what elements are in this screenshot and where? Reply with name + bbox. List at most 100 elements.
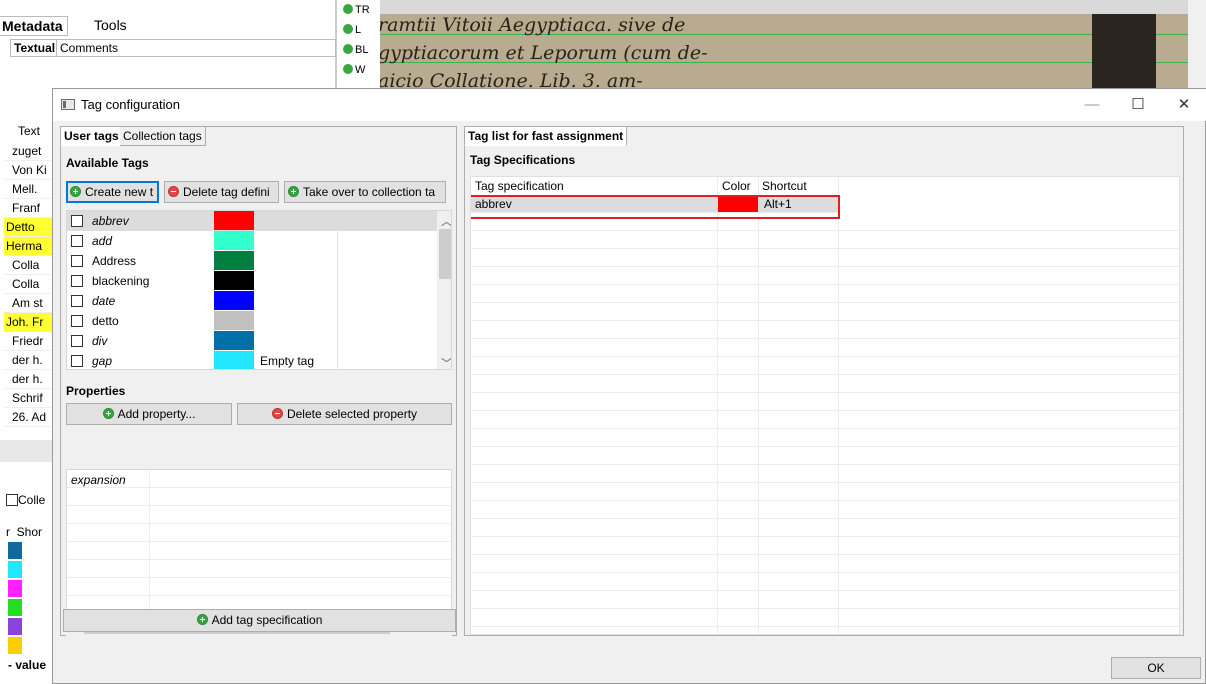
add-tag-specification-button[interactable]: Add tag specification <box>63 609 456 632</box>
text-line-row[interactable]: Colla <box>4 256 52 275</box>
tab-user-tags[interactable]: User tags <box>60 126 123 146</box>
tab-tools[interactable]: Tools <box>90 16 131 34</box>
corner-w[interactable]: W <box>337 60 380 80</box>
checkbox-box[interactable] <box>6 494 18 506</box>
property-row[interactable] <box>67 578 451 596</box>
collection-checkbox[interactable]: Colle <box>6 493 45 507</box>
spec-row[interactable] <box>471 483 1179 501</box>
tag-checkbox[interactable] <box>71 335 83 347</box>
tag-row[interactable]: div <box>67 331 437 351</box>
text-line-row[interactable]: Joh. Fr <box>4 313 52 332</box>
property-row[interactable] <box>67 524 451 542</box>
tag-checkbox[interactable] <box>71 315 83 327</box>
tag-color-swatch[interactable] <box>214 211 254 230</box>
properties-table[interactable]: expansion <box>66 469 452 619</box>
tag-checkbox[interactable] <box>71 235 83 247</box>
text-line-row[interactable]: Franf <box>4 199 52 218</box>
spec-row[interactable] <box>471 321 1179 339</box>
tag-checkbox[interactable] <box>71 355 83 367</box>
tag-specifications-table[interactable]: Tag specification Color Shortcut abbrev A… <box>470 176 1180 635</box>
spec-header-shortcut[interactable]: Shortcut <box>762 179 807 193</box>
spec-row[interactable] <box>471 429 1179 447</box>
tab-fast-assignment[interactable]: Tag list for fast assignment <box>464 126 628 146</box>
corner-l[interactable]: L <box>337 20 380 40</box>
property-row[interactable] <box>67 488 451 506</box>
spec-row[interactable] <box>471 591 1179 609</box>
tag-row[interactable]: abbrev <box>67 211 437 231</box>
corner-bl[interactable]: BL <box>337 40 380 60</box>
property-row[interactable]: expansion <box>67 470 451 488</box>
scrollbar-thumb[interactable] <box>439 229 451 279</box>
property-row[interactable] <box>67 560 451 578</box>
spec-row[interactable] <box>471 501 1179 519</box>
tag-row[interactable]: add <box>67 231 437 251</box>
take-over-button[interactable]: Take over to collection ta <box>284 181 446 203</box>
tag-row[interactable]: Address <box>67 251 437 271</box>
tag-color-swatch[interactable] <box>214 291 254 310</box>
scroll-down-icon[interactable]: ﹀ <box>441 355 451 369</box>
subtab-comments[interactable]: Comments <box>56 39 336 57</box>
tag-row[interactable]: gap Empty tag <box>67 351 437 369</box>
spec-row[interactable] <box>471 447 1179 465</box>
text-line-row[interactable]: Am st <box>4 294 52 313</box>
text-line-row[interactable]: zuget <box>4 142 52 161</box>
text-line-row[interactable]: 26. Ad <box>4 408 52 427</box>
add-property-button[interactable]: Add property... <box>66 403 232 425</box>
spec-row[interactable] <box>471 339 1179 357</box>
spec-row[interactable] <box>471 393 1179 411</box>
spec-row[interactable] <box>471 249 1179 267</box>
scroll-up-icon[interactable]: ︿ <box>441 213 451 229</box>
spec-row[interactable] <box>471 375 1179 393</box>
ok-button[interactable]: OK <box>1111 657 1201 679</box>
available-tags-list[interactable]: abbrev add Address blackening date detto div ga… <box>66 210 452 370</box>
spec-row[interactable] <box>471 555 1179 573</box>
spec-header-color[interactable]: Color <box>722 179 751 193</box>
tag-checkbox[interactable] <box>71 275 83 287</box>
spec-row[interactable] <box>471 537 1179 555</box>
tab-collection-tags[interactable]: Collection tags <box>120 126 206 146</box>
spec-row[interactable] <box>471 465 1179 483</box>
document-image[interactable]: ramtii Vitoii Aegyptiaca. sive de gyptia… <box>380 0 1188 96</box>
tag-row[interactable]: blackening <box>67 271 437 291</box>
tag-color-swatch[interactable] <box>214 271 254 290</box>
minimize-icon[interactable]: — <box>1069 89 1115 121</box>
text-line-row[interactable]: der h. <box>4 370 52 389</box>
maximize-icon[interactable]: ☐ <box>1115 89 1161 121</box>
text-line-row[interactable]: Herma <box>4 237 52 256</box>
text-line-row[interactable]: der h. <box>4 351 52 370</box>
subtab-textual[interactable]: Textual <box>10 39 60 57</box>
text-line-row[interactable]: Mell. <box>4 180 52 199</box>
tab-metadata[interactable]: Metadata <box>0 16 68 36</box>
tag-checkbox[interactable] <box>71 255 83 267</box>
tag-color-swatch[interactable] <box>214 331 254 350</box>
spec-row[interactable] <box>471 519 1179 537</box>
create-tag-button[interactable]: Create new t <box>66 181 159 203</box>
tag-checkbox[interactable] <box>71 215 83 227</box>
tag-checkbox[interactable] <box>71 295 83 307</box>
text-line-row[interactable]: Colla <box>4 275 52 294</box>
delete-property-button[interactable]: Delete selected property <box>237 403 452 425</box>
tag-color-swatch[interactable] <box>214 251 254 270</box>
spec-row[interactable] <box>471 573 1179 591</box>
spec-row[interactable] <box>471 609 1179 627</box>
tag-color-swatch[interactable] <box>214 351 254 369</box>
text-line-row[interactable]: Detto <box>4 218 52 237</box>
delete-tag-definition-button[interactable]: Delete tag defini <box>164 181 279 203</box>
spec-header-specification[interactable]: Tag specification <box>475 179 564 193</box>
text-line-row[interactable]: Von Ki <box>4 161 52 180</box>
tag-row[interactable]: detto <box>67 311 437 331</box>
tag-color-swatch[interactable] <box>214 311 254 330</box>
tag-row[interactable]: date <box>67 291 437 311</box>
dialog-titlebar[interactable]: Tag configuration — ☐ ✕ <box>53 89 1206 121</box>
spec-row[interactable] <box>471 231 1179 249</box>
tag-color-swatch[interactable] <box>214 231 254 250</box>
tag-list-scrollbar[interactable]: ︿ ﹀ <box>437 211 451 369</box>
spec-row[interactable] <box>471 357 1179 375</box>
text-line-row[interactable]: Schrif <box>4 389 52 408</box>
spec-row[interactable] <box>471 411 1179 429</box>
corner-tr[interactable]: TR <box>337 0 380 20</box>
close-icon[interactable]: ✕ <box>1161 89 1206 121</box>
text-line-row[interactable]: Friedr <box>4 332 52 351</box>
spec-row[interactable] <box>471 285 1179 303</box>
spec-row[interactable] <box>471 303 1179 321</box>
